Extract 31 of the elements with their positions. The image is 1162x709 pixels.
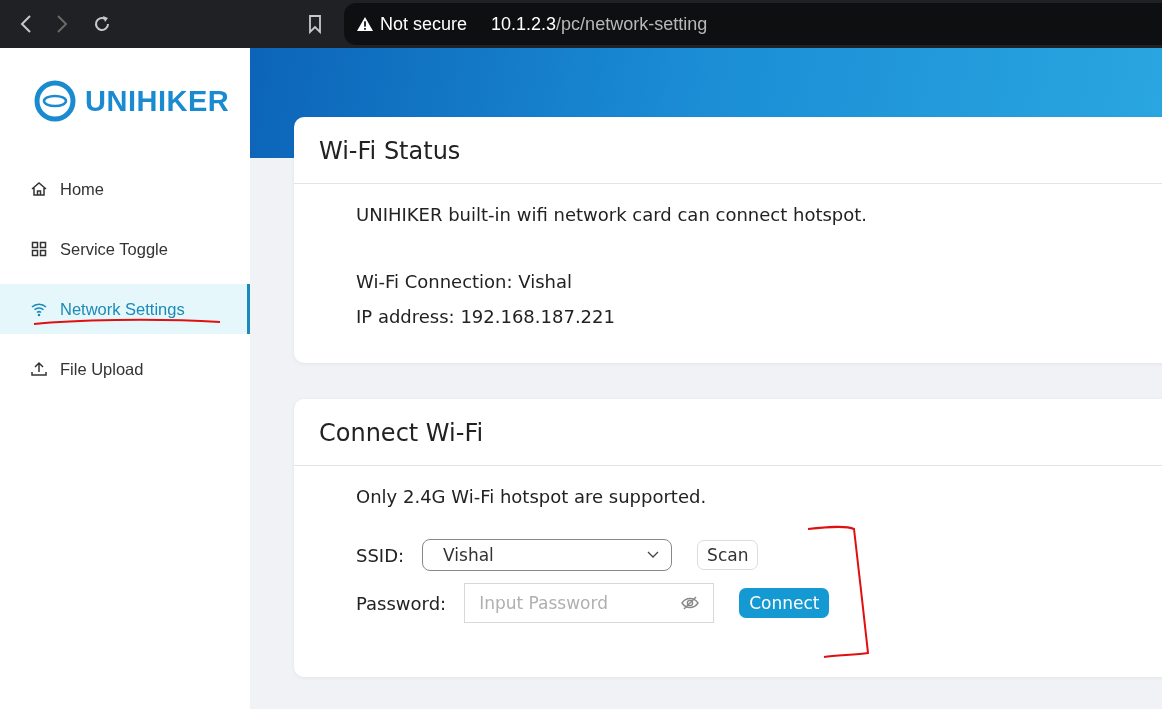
ssid-dropdown[interactable]: Vishal xyxy=(422,539,673,571)
hidden-eye-icon[interactable] xyxy=(680,595,701,611)
security-label: Not secure xyxy=(380,13,468,35)
forward-icon[interactable] xyxy=(56,14,68,34)
status-text: IP address: 192.168.187.221 xyxy=(356,306,616,327)
description-text: UNIHIKER built-in wifi network card can connect hotspot. xyxy=(356,204,869,225)
caret-icon xyxy=(647,551,660,559)
url-text: 10.1.2.3/pc/network-setting xyxy=(491,13,708,35)
reload-icon[interactable] xyxy=(92,14,112,34)
home-icon xyxy=(30,180,48,198)
field-label: Password: xyxy=(356,592,447,614)
sidebar-item[interactable]: Home xyxy=(0,164,250,214)
upload-icon xyxy=(30,360,48,378)
note-text: Only 2.4G Wi-Fi hotspot are supported. xyxy=(356,486,708,507)
sidebar-item[interactable]: Service Toggle xyxy=(0,224,250,274)
wifi-icon xyxy=(30,300,48,318)
sidebar-item[interactable]: File Upload xyxy=(0,344,250,394)
warning-icon xyxy=(356,16,374,32)
card-title: Connect Wi-Fi xyxy=(294,399,1162,466)
bookmark-icon[interactable] xyxy=(308,14,322,34)
password-field[interactable]: Input Password xyxy=(464,583,715,623)
grid-icon xyxy=(30,240,48,258)
sidebar-item[interactable]: Network Settings xyxy=(0,284,250,334)
logo-icon xyxy=(33,79,77,123)
scan-button[interactable]: Scan xyxy=(697,540,759,570)
back-icon[interactable] xyxy=(20,14,32,34)
field-label: SSID: xyxy=(356,544,405,566)
logo-text: UNIHIKER xyxy=(85,84,230,118)
card-title: Wi-Fi Status xyxy=(294,117,1162,184)
status-text: Wi-Fi Connection: Vishal xyxy=(356,271,574,292)
address-bar[interactable]: Not secure 10.1.2.3/pc/network-setting xyxy=(344,3,1162,45)
